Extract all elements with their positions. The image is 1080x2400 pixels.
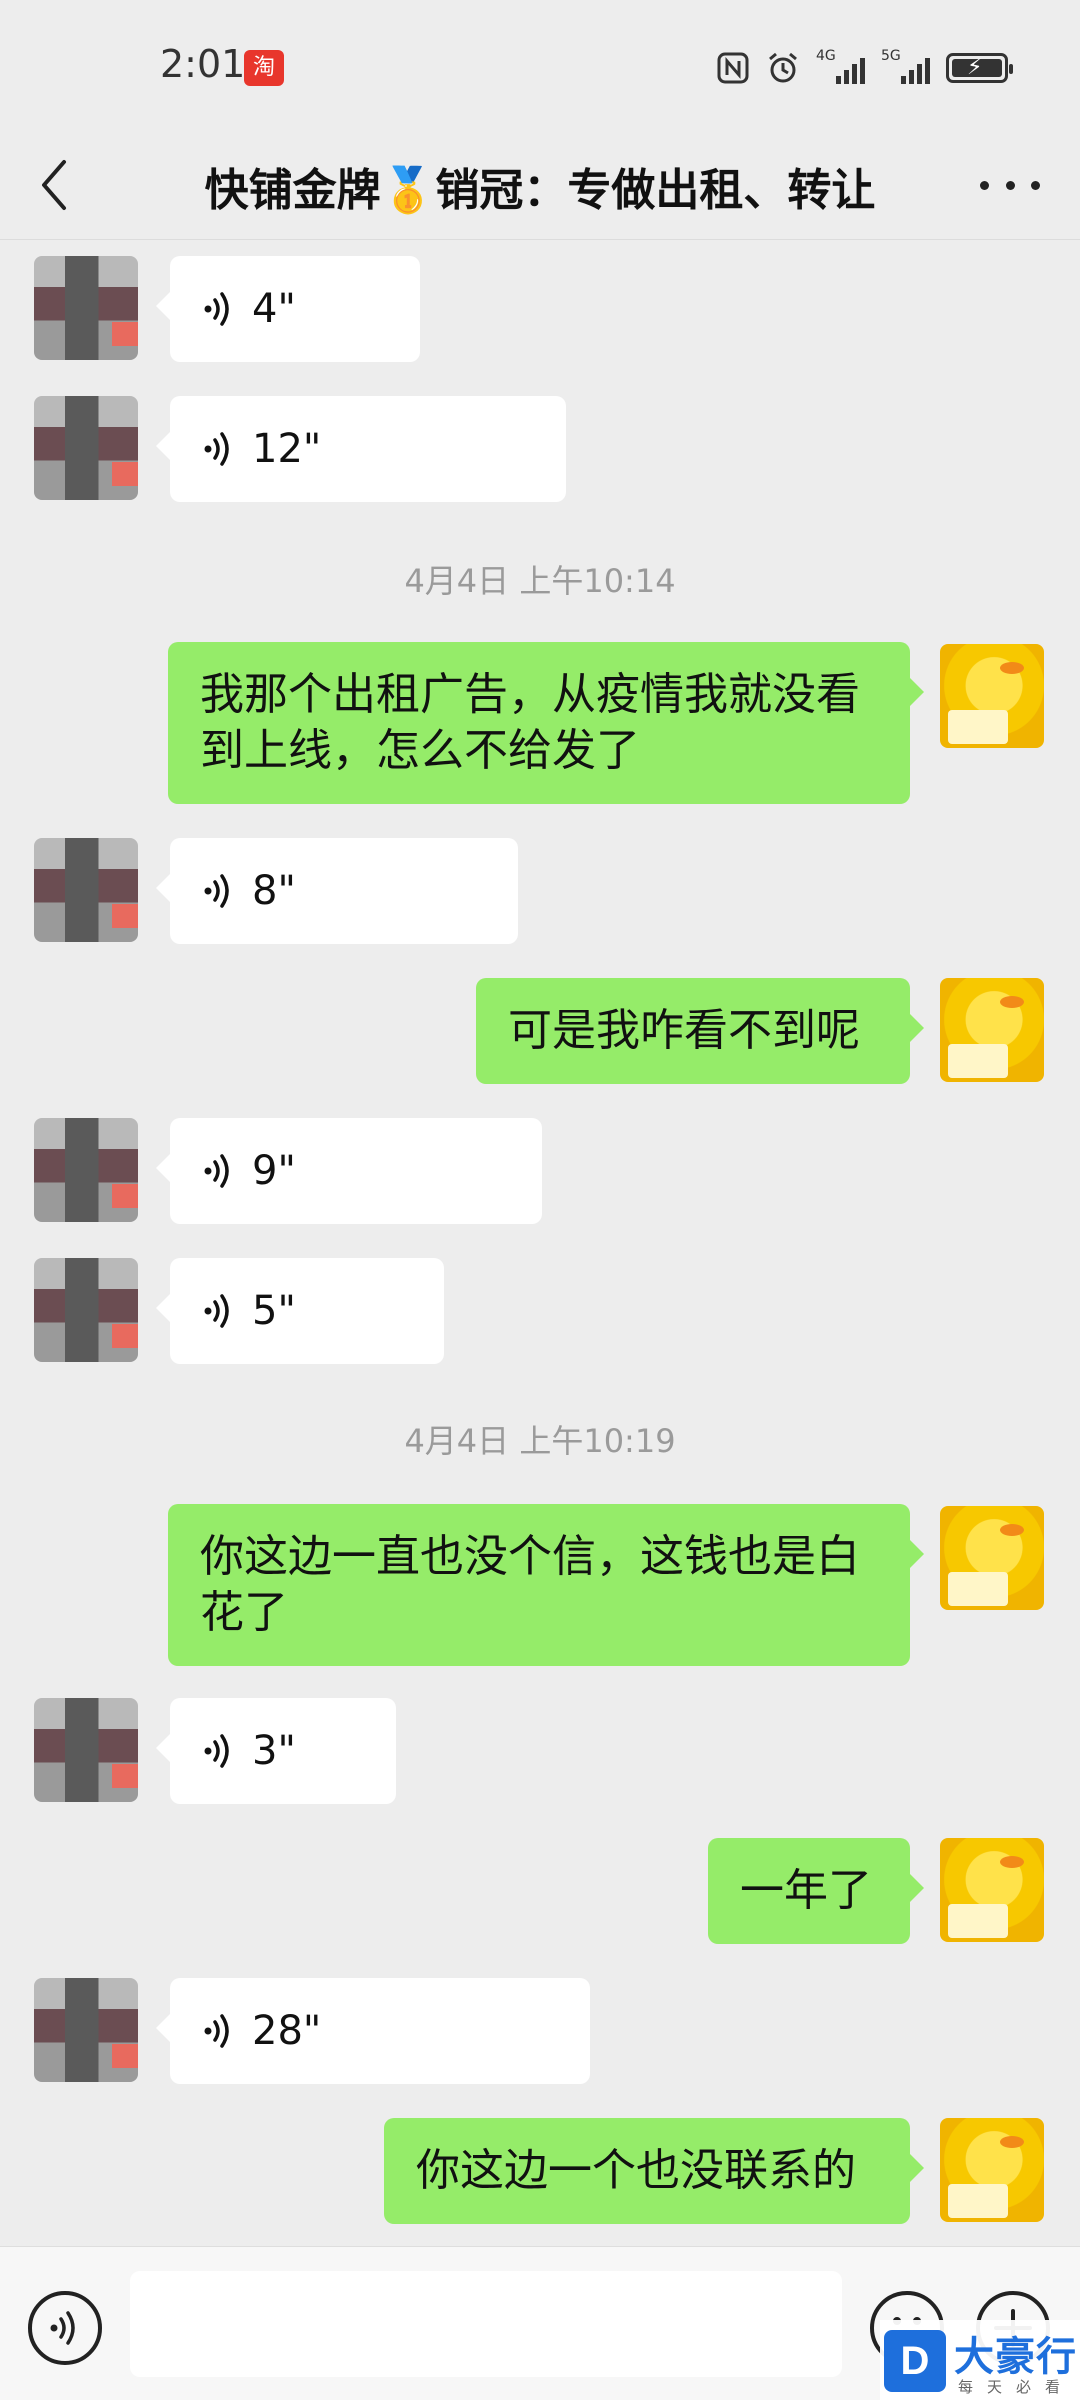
self-avatar[interactable] <box>940 644 1044 748</box>
alarm-icon <box>769 52 797 83</box>
voice-wave-icon <box>204 292 229 326</box>
text-message-bubble[interactable]: 一年了 <box>708 1838 924 1944</box>
chat-title: 快铺金牌🥇销冠：专做出租、转让 <box>204 165 876 216</box>
status-icons: 4G 5G ⚡ <box>716 48 1013 88</box>
voice-duration: 9" <box>252 1148 296 1194</box>
contact-avatar[interactable] <box>34 1978 138 2082</box>
voice-duration: 12" <box>252 426 322 472</box>
voice-message-bubble[interactable]: 3" <box>156 1698 396 1804</box>
contact-avatar[interactable] <box>34 1698 138 1802</box>
self-avatar[interactable] <box>940 978 1044 1082</box>
watermark-logo: D 大豪行 每天必看 <box>880 2320 1080 2400</box>
contact-avatar[interactable] <box>34 256 138 360</box>
status-bar: 2:01 淘 4G 5G ⚡ <box>0 0 1080 130</box>
signal-5g-icon: 5G <box>881 48 930 84</box>
voice-duration: 4" <box>252 286 296 332</box>
voice-duration: 28" <box>252 2008 322 2054</box>
watermark-subtitle: 每天必看 <box>958 2378 1075 2396</box>
status-time: 2:01 <box>160 42 246 86</box>
back-arrow-icon[interactable] <box>34 150 74 220</box>
contact-avatar[interactable] <box>34 1118 138 1222</box>
voice-wave-icon <box>204 874 229 908</box>
text-message-bubble[interactable]: 你这边一个也没联系的 <box>384 2118 924 2224</box>
text-message-bubble[interactable]: 可是我咋看不到呢 <box>476 978 924 1084</box>
battery-icon: ⚡ <box>946 53 1013 83</box>
voice-wave-icon <box>204 1294 229 1328</box>
voice-wave-icon <box>204 1734 229 1768</box>
voice-message-bubble[interactable]: 9" <box>156 1118 542 1224</box>
voice-wave-icon <box>204 2014 229 2048</box>
voice-wave-icon <box>204 432 229 466</box>
nfc-icon <box>717 52 749 84</box>
voice-message-bubble[interactable]: 4" <box>156 256 420 362</box>
contact-avatar[interactable] <box>34 838 138 942</box>
more-options-icon[interactable] <box>980 170 1040 200</box>
voice-input-toggle[interactable] <box>28 2291 102 2365</box>
voice-duration: 5" <box>252 1288 296 1334</box>
self-avatar[interactable] <box>940 1506 1044 1610</box>
voice-duration: 3" <box>252 1728 296 1774</box>
text-message-bubble[interactable]: 你这边一直也没个信，这钱也是白花了 <box>168 1504 924 1666</box>
watermark-title: 大豪行 <box>954 2334 1077 2380</box>
watermark-logo-mark: D <box>884 2330 946 2392</box>
voice-duration: 8" <box>252 868 296 914</box>
message-input[interactable] <box>130 2271 842 2377</box>
text-message-bubble[interactable]: 我那个出租广告，从疫情我就没看到上线，怎么不给发了 <box>168 642 924 804</box>
voice-wave-icon <box>204 1154 229 1188</box>
timestamp: 4月4日 上午10:14 <box>404 562 676 600</box>
voice-message-bubble[interactable]: 5" <box>156 1258 444 1364</box>
voice-message-bubble[interactable]: 28" <box>156 1978 590 2084</box>
nav-bar: 快铺金牌🥇销冠：专做出租、转让 <box>0 130 1080 240</box>
timestamp: 4月4日 上午10:19 <box>404 1422 676 1460</box>
voice-wave-icon <box>50 2311 75 2345</box>
contact-avatar[interactable] <box>34 396 138 500</box>
taobao-app-icon: 淘 <box>244 50 284 86</box>
self-avatar[interactable] <box>940 2118 1044 2222</box>
signal-4g-icon: 4G <box>816 48 865 84</box>
voice-message-bubble[interactable]: 8" <box>156 838 518 944</box>
contact-avatar[interactable] <box>34 1258 138 1362</box>
voice-message-bubble[interactable]: 12" <box>156 396 566 502</box>
self-avatar[interactable] <box>940 1838 1044 1942</box>
